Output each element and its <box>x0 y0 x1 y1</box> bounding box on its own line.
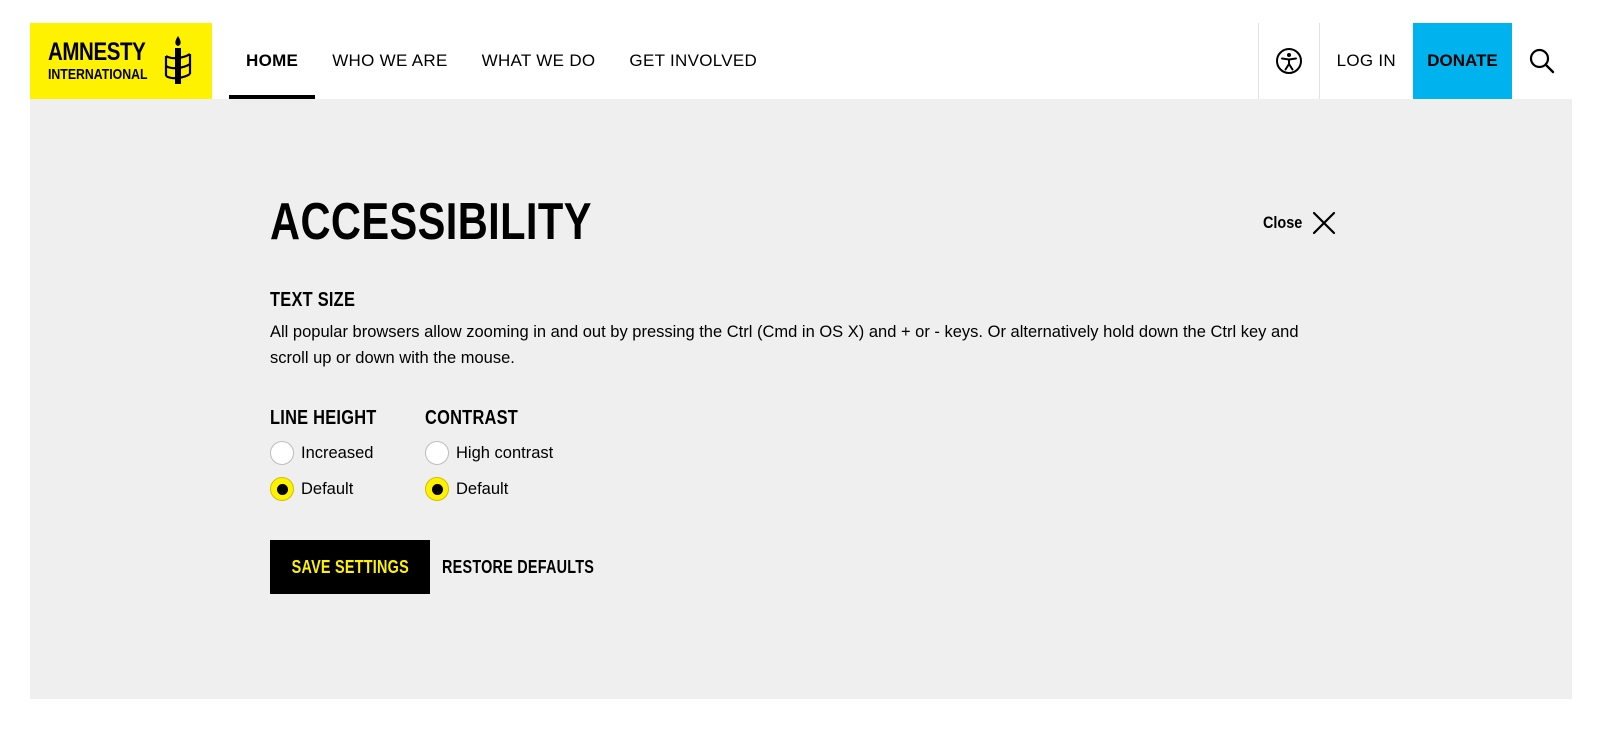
nav-get-involved[interactable]: GET INVOLVED <box>612 23 774 99</box>
close-button[interactable]: Close <box>1256 211 1336 235</box>
contrast-default-option[interactable]: Default <box>425 476 553 502</box>
radio-button[interactable] <box>425 441 449 465</box>
save-settings-button[interactable]: SAVE SETTINGS <box>270 540 430 594</box>
text-size-heading: TEXT SIZE <box>270 289 356 311</box>
radio-button[interactable] <box>270 441 294 465</box>
site-header: AMNESTY INTERNATIONAL HOME WHO WE ARE WH… <box>30 23 1572 99</box>
main-nav: HOME WHO WE ARE WHAT WE DO GET INVOLVED <box>229 23 774 99</box>
radio-button-selected[interactable] <box>425 477 449 501</box>
search-button[interactable] <box>1512 23 1572 99</box>
donate-button[interactable]: DONATE <box>1413 23 1512 99</box>
text-size-description: All popular browsers allow zooming in an… <box>270 323 1299 367</box>
search-icon <box>1529 48 1555 74</box>
logo-line1: AMNESTY <box>48 38 146 66</box>
accessibility-button[interactable] <box>1257 23 1320 99</box>
nav-what-we-do[interactable]: WHAT WE DO <box>465 23 613 99</box>
line-height-increased-option[interactable]: Increased <box>270 440 400 466</box>
login-link[interactable]: LOG IN <box>1320 23 1413 99</box>
accessibility-panel: ACCESSIBILITY Close TEXT SIZE All popula… <box>30 99 1572 699</box>
nav-who-we-are[interactable]: WHO WE ARE <box>315 23 464 99</box>
logo-text: AMNESTY INTERNATIONAL <box>48 38 169 83</box>
amnesty-logo[interactable]: AMNESTY INTERNATIONAL <box>30 23 212 99</box>
panel-title: ACCESSIBILITY <box>270 193 592 251</box>
utility-nav: LOG IN DONATE <box>1257 23 1572 99</box>
line-height-default-option[interactable]: Default <box>270 476 400 502</box>
accessibility-icon <box>1275 48 1302 74</box>
panel-actions: SAVE SETTINGS RESTORE DEFAULTS <box>270 540 632 594</box>
nav-home[interactable]: HOME <box>229 23 316 99</box>
save-settings-label: SAVE SETTINGS <box>291 556 409 577</box>
line-height-heading: LINE HEIGHT <box>270 407 377 429</box>
option-label: Default <box>456 479 509 498</box>
contrast-group: CONTRAST High contrast Default <box>425 407 553 502</box>
line-height-group: LINE HEIGHT Increased Default <box>270 407 400 502</box>
close-icon <box>1312 211 1336 235</box>
contrast-high-option[interactable]: High contrast <box>425 440 553 466</box>
logo-line2: INTERNATIONAL <box>48 66 148 83</box>
option-label: Default <box>301 479 354 498</box>
option-label: High contrast <box>456 443 554 462</box>
candle-icon <box>164 36 192 84</box>
restore-defaults-button[interactable]: RESTORE DEFAULTS <box>442 557 594 578</box>
radio-button-selected[interactable] <box>270 477 294 501</box>
contrast-heading: CONTRAST <box>425 407 519 429</box>
option-label: Increased <box>301 443 374 462</box>
close-label: Close <box>1262 213 1302 232</box>
